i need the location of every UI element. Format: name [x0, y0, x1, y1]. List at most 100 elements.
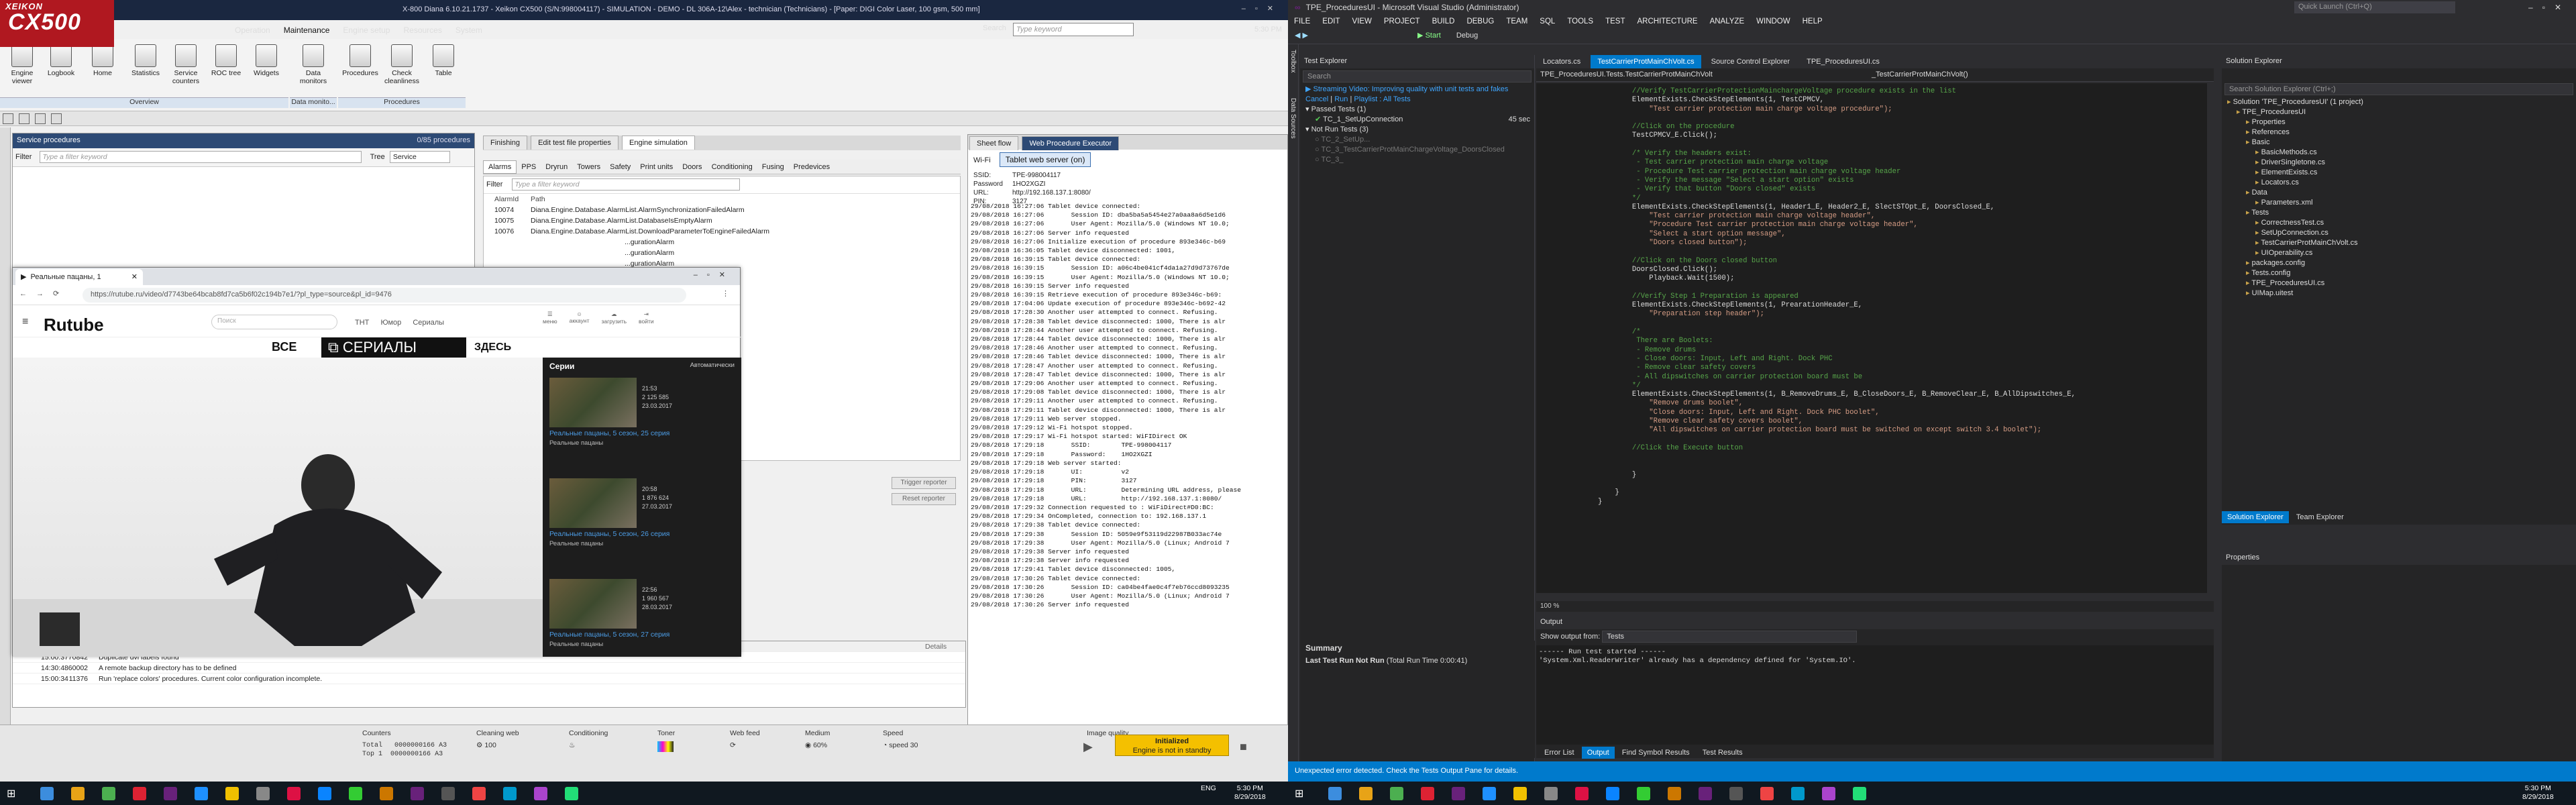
rutube-search[interactable]: Поиск	[211, 315, 337, 329]
taskbar-app-icon[interactable]	[1544, 787, 1558, 800]
solution-search-input[interactable]: Search Solution Explorer (Ctrl+;)	[2224, 83, 2573, 95]
roc-tree-button[interactable]: ROC tree	[207, 44, 246, 77]
toolbox-tab[interactable]: Toolbox	[1289, 50, 1297, 72]
menu-system[interactable]: System	[449, 23, 489, 37]
tab-locators[interactable]: Locators.cs	[1536, 55, 1588, 68]
menu-debug[interactable]: DEBUG	[1460, 15, 1500, 28]
hamburger-icon[interactable]: ≡	[22, 316, 28, 328]
menu-analyze[interactable]: ANALYZE	[1704, 15, 1751, 28]
menu-operation[interactable]: Operation	[228, 23, 277, 37]
taskbar-app-icon[interactable]	[349, 787, 362, 800]
trigger-reporter-button[interactable]: Trigger reporter	[892, 477, 956, 489]
quick-launch-input[interactable]: Quick Launch (Ctrl+Q)	[2294, 1, 2455, 13]
start-button[interactable]: ▶ Start	[1417, 32, 1441, 40]
solution-tree-item[interactable]: ▸ Tests.config	[2222, 268, 2576, 278]
banner-all[interactable]: ВСЕ	[272, 340, 297, 354]
nav-back-icon[interactable]: ◀ ▶	[1295, 32, 1308, 40]
output-source-select[interactable]: Tests	[1602, 631, 1858, 643]
window-controls[interactable]: –▫✕	[1242, 4, 1283, 13]
tab-edit-test-file[interactable]: Edit test file properties	[531, 136, 619, 150]
menu-build[interactable]: BUILD	[1426, 15, 1461, 28]
taskbar-app-icon[interactable]	[1637, 787, 1650, 800]
streaming-video-link[interactable]: ▶ Streaming Video: Improving quality wit…	[1300, 85, 1534, 95]
tab-print-units[interactable]: Print units	[635, 161, 678, 173]
solution-tree-item[interactable]: ▸ TPE_ProceduresUI.cs	[2222, 278, 2576, 288]
banner-serials[interactable]: ⧉ СЕРИАЛЫ	[321, 337, 466, 358]
alarm-filter-input[interactable]: Type a filter keyword	[511, 178, 740, 191]
taskbar-app-icon[interactable]	[164, 787, 177, 800]
menu-file[interactable]: FILE	[1288, 15, 1316, 28]
data-sources-tab[interactable]: Data Sources	[1289, 98, 1297, 139]
menu-project[interactable]: PROJECT	[1378, 15, 1426, 28]
nav-buttons[interactable]: ←→⟳	[19, 289, 68, 298]
tab-test-carrier[interactable]: TestCarrierProtMainChVolt.cs	[1591, 55, 1701, 68]
alarm-row[interactable]: 10076 Diana.Engine.Database.AlarmList.Dow…	[484, 226, 960, 237]
table-button[interactable]: Table	[424, 44, 463, 77]
passed-test-item[interactable]: ✔ TC_1_SetUpConnection 45 sec	[1300, 115, 1534, 125]
taskbar-app-icon[interactable]	[441, 787, 455, 800]
tab-test-results[interactable]: Test Results	[1697, 747, 1748, 759]
taskbar-app-icon[interactable]	[287, 787, 301, 800]
procedures-button[interactable]: Procedures	[341, 44, 380, 77]
menu-team[interactable]: TEAM	[1500, 15, 1534, 28]
float-icon[interactable]	[51, 113, 62, 124]
solution-tree-item[interactable]: ▸ Locators.cs	[2222, 178, 2576, 188]
home-button[interactable]: Home	[83, 44, 122, 77]
nav-humor[interactable]: Юмор	[380, 319, 401, 327]
reset-reporter-button[interactable]: Reset reporter	[892, 493, 956, 505]
nav-tnt[interactable]: ТНТ	[355, 319, 369, 327]
alarm-row[interactable]: 10074 Diana.Engine.Database.AlarmList.Ala…	[484, 205, 960, 215]
tab-predevices[interactable]: Predevices	[789, 161, 835, 173]
browser-tab[interactable]: ▶ Реальные пацаны, 1 ✕	[15, 269, 143, 285]
class-dropdown[interactable]: TPE_ProceduresUI.Tests.TestCarrierProtMa…	[1540, 70, 1713, 78]
solution-tree-item[interactable]: ▸ DriverSingletone.cs	[2222, 158, 2576, 168]
taskbar-app-icon[interactable]	[565, 787, 578, 800]
tab-dryrun[interactable]: Dryrun	[541, 161, 572, 173]
check-cleanliness-button[interactable]: Check cleanliness	[382, 44, 421, 85]
tab-output[interactable]: Output	[1581, 747, 1615, 759]
solution-tree-item[interactable]: ▸ Basic	[2222, 138, 2576, 148]
tab-error-list[interactable]: Error List	[1539, 747, 1580, 759]
taskbar-app-icon[interactable]	[1668, 787, 1681, 800]
tab-conditioning[interactable]: Conditioning	[707, 161, 757, 173]
taskbar-app-icon[interactable]	[133, 787, 146, 800]
tray-lang-left[interactable]: ENG	[1201, 784, 1216, 793]
window-icon[interactable]	[19, 113, 30, 124]
taskbar-app-icon[interactable]	[1791, 787, 1805, 800]
zoom-level[interactable]: 100 %	[1536, 601, 2214, 612]
tab-engine-simulation[interactable]: Engine simulation	[622, 136, 695, 150]
search-input[interactable]: Type keyword	[1013, 23, 1134, 36]
episode-item[interactable]: 22:56 1 960 567 28.03.2017 Реальные пацаны,…	[549, 579, 704, 648]
taskbar-app-icon[interactable]	[1606, 787, 1619, 800]
taskbar-app-icon[interactable]	[411, 787, 424, 800]
solution-tree-item[interactable]: ▸ BasicMethods.cs	[2222, 148, 2576, 158]
taskbar-app-icon[interactable]	[503, 787, 517, 800]
taskbar-app-icon[interactable]	[534, 787, 547, 800]
taskbar-app-icon[interactable]	[1853, 787, 1866, 800]
logbook-button[interactable]: Logbook	[42, 44, 80, 77]
upload-button[interactable]: ☁ загрузить	[601, 311, 627, 325]
tab-alarms[interactable]: Alarms	[483, 160, 517, 174]
tab-safety[interactable]: Safety	[605, 161, 635, 173]
taskbar-app-icon[interactable]	[1760, 787, 1774, 800]
nav-serials[interactable]: Сериалы	[413, 319, 444, 327]
windows-start-icon[interactable]: ⊞	[7, 787, 20, 800]
taskbar-app-icon[interactable]	[1390, 787, 1403, 800]
menu-button[interactable]: ☰ меню	[543, 311, 557, 325]
tab-web-procedure-executor[interactable]: Web Procedure Executor	[1022, 136, 1120, 150]
tab-doors[interactable]: Doors	[678, 161, 706, 173]
solution-tree-item[interactable]: ▸ SetUpConnection.cs	[2222, 228, 2576, 238]
message-row[interactable]: 14:30:48 60002 A remote backup directory h…	[13, 663, 965, 674]
taskbar-app-icon[interactable]	[472, 787, 486, 800]
test-search-input[interactable]: Search	[1303, 70, 1532, 83]
taskbar-app-icon[interactable]	[256, 787, 270, 800]
alarm-row[interactable]: ...gurationAlarm	[484, 248, 960, 258]
windows-start-icon[interactable]: ⊞	[1295, 787, 1308, 800]
taskbar-app-icon[interactable]	[102, 787, 115, 800]
config-select[interactable]: Debug	[1456, 32, 1478, 40]
solution-tree-item[interactable]: ▸ ElementExists.cs	[2222, 168, 2576, 178]
menu-maintenance[interactable]: Maintenance	[276, 23, 337, 37]
taskbar-app-icon[interactable]	[1729, 787, 1743, 800]
tab-pps[interactable]: PPS	[517, 161, 541, 173]
menu-edit[interactable]: EDIT	[1316, 15, 1346, 28]
